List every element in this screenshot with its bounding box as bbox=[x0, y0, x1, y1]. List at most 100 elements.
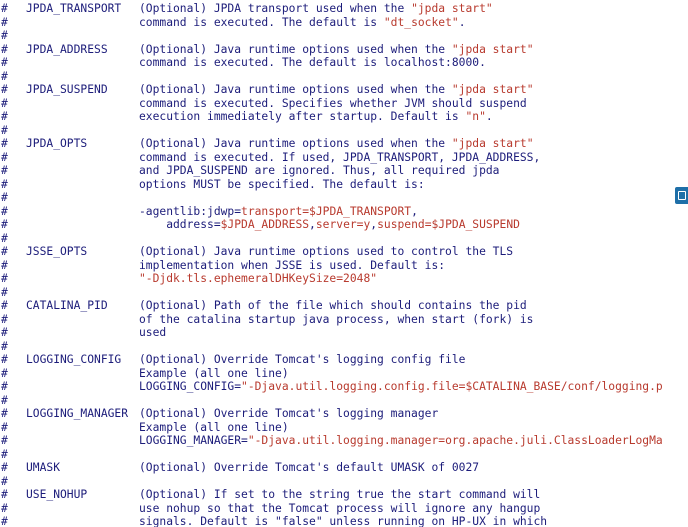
comment-marker: # bbox=[1, 56, 8, 69]
comment-text: command is executed. The default is bbox=[139, 15, 384, 29]
code-line: # command is executed. The default is loc… bbox=[0, 56, 672, 70]
comment-marker: # bbox=[1, 150, 8, 164]
comment-text: address= bbox=[139, 218, 221, 231]
code-line: # address=$JPDA_ADDRESS,server=y,suspend… bbox=[0, 218, 672, 232]
comment-marker: # bbox=[1, 258, 8, 272]
comment-marker: # bbox=[1, 380, 8, 393]
comment-text: -agentlib:jdwp= bbox=[139, 204, 242, 218]
comment-marker: # bbox=[1, 420, 8, 434]
variable-description: address=$JPDA_ADDRESS,server=y,suspend=$… bbox=[139, 218, 520, 232]
comment-marker: # bbox=[1, 326, 8, 339]
variable-description: LOGGING_MANAGER="-Djava.util.logging.man… bbox=[139, 434, 663, 448]
comment-text: command is executed. Specifies whether J… bbox=[139, 96, 527, 110]
string-literal: "jpda start" bbox=[411, 2, 493, 15]
comment-text: , bbox=[309, 218, 316, 231]
comment-text: (Optional) If set to the string true the… bbox=[139, 488, 541, 501]
string-literal: transport=$JPDA_TRANSPORT bbox=[241, 204, 412, 218]
comment-marker: # bbox=[1, 488, 8, 501]
comment-text: (Optional) Java runtime options used to … bbox=[139, 245, 514, 258]
comment-marker: # bbox=[1, 231, 8, 245]
code-line: # bbox=[0, 191, 672, 205]
code-line: # and JPDA_SUSPEND are ignored. Thus, all… bbox=[0, 164, 672, 178]
variable-description: (Optional) Override Tomcat's logging man… bbox=[139, 407, 438, 421]
comment-marker: # bbox=[1, 407, 8, 420]
code-line: # implementation when JSSE is used. Defau… bbox=[0, 259, 672, 273]
comment-text: (Optional) Override Tomcat's logging man… bbox=[139, 407, 439, 420]
comment-marker: # bbox=[1, 461, 8, 474]
variable-description: command is executed. If used, JPDA_TRANS… bbox=[139, 151, 540, 165]
code-line: # bbox=[0, 124, 672, 138]
terminal-editor[interactable]: # JPDA_TRANSPORT (Optional) JPDA transport… bbox=[0, 0, 672, 527]
comment-marker: # bbox=[1, 83, 8, 96]
comment-marker: # bbox=[1, 164, 8, 177]
code-line: # bbox=[0, 340, 672, 354]
comment-text: signals. Default is "false" unless runni… bbox=[139, 515, 548, 527]
comment-marker: # bbox=[1, 2, 8, 15]
code-line: # JPDA_TRANSPORT (Optional) JPDA transport… bbox=[0, 2, 672, 16]
variable-description: LOGGING_CONFIG="-Djava.util.logging.conf… bbox=[139, 380, 663, 394]
comment-marker: # bbox=[1, 177, 8, 191]
code-line: # JPDA_SUSPEND (Optional) Java runtime opt… bbox=[0, 83, 672, 97]
comment-marker: # bbox=[1, 299, 8, 312]
comment-text: execution immediately after startup. Def… bbox=[139, 110, 466, 123]
variable-description: command is executed. Specifies whether J… bbox=[139, 97, 527, 111]
variable-description: (Optional) JPDA transport used when the … bbox=[139, 2, 493, 16]
variable-description: (Optional) Java runtime options used whe… bbox=[139, 137, 534, 151]
string-literal: suspend=$JPDA_SUSPEND bbox=[377, 218, 520, 231]
string-literal: "jpda start" bbox=[451, 42, 534, 56]
code-line: # command is executed. Specifies whether … bbox=[0, 97, 672, 111]
comment-marker: # bbox=[1, 137, 8, 150]
code-line: # LOGGING_MANAGER="-Djava.util.logging.ma… bbox=[0, 434, 672, 448]
comment-text: (Optional) Java runtime options used whe… bbox=[139, 42, 452, 56]
comment-marker: # bbox=[1, 29, 8, 42]
string-literal: "jpda start" bbox=[451, 83, 534, 96]
variable-description: signals. Default is "false" unless runni… bbox=[139, 515, 547, 527]
comment-text: (Optional) Override Tomcat's logging con… bbox=[139, 353, 466, 366]
code-line: # LOGGING_CONFIG="-Djava.util.logging.con… bbox=[0, 380, 672, 394]
variable-description: (Optional) Java runtime options used whe… bbox=[139, 43, 534, 57]
string-literal: "-Djava.util.logging.config.file=$CATALI… bbox=[241, 380, 663, 393]
comment-text: (Optional) Java runtime options used whe… bbox=[139, 137, 452, 150]
variable-description: "-Djdk.tls.ephemeralDHKeySize=2048" bbox=[139, 272, 377, 286]
comment-text: command is executed. If used, JPDA_TRANS… bbox=[139, 150, 541, 164]
code-line: # execution immediately after startup. De… bbox=[0, 110, 672, 124]
variable-description: used bbox=[139, 326, 166, 340]
comment-marker: # bbox=[1, 285, 8, 299]
window-icon[interactable] bbox=[675, 187, 688, 204]
variable-description: options MUST be specified. The default i… bbox=[139, 178, 425, 192]
comment-text: (Optional) Override Tomcat's default UMA… bbox=[139, 461, 480, 474]
comment-text: Example (all one line) bbox=[139, 420, 289, 434]
comment-text: (Optional) Java runtime options used whe… bbox=[139, 83, 452, 96]
variable-description: (Optional) Override Tomcat's default UMA… bbox=[139, 461, 479, 475]
comment-text: used bbox=[139, 326, 167, 339]
variable-description: command is executed. The default is loca… bbox=[139, 56, 486, 70]
variable-description: of the catalina startup java process, wh… bbox=[139, 313, 533, 327]
comment-text: implementation when JSSE is used. Defaul… bbox=[139, 258, 446, 272]
comment-marker: # bbox=[1, 366, 8, 380]
variable-description: command is executed. The default is "dt_… bbox=[139, 16, 466, 30]
code-line: # use nohup so that the Tomcat process wi… bbox=[0, 502, 672, 516]
code-line: # signals. Default is "false" unless runn… bbox=[0, 515, 672, 527]
comment-marker: # bbox=[1, 474, 8, 488]
comment-text: . bbox=[458, 15, 466, 29]
variable-name: JSSE_OPTS bbox=[26, 245, 88, 258]
comment-marker: # bbox=[1, 501, 8, 515]
code-line: # options MUST be specified. The default … bbox=[0, 178, 672, 192]
variable-name: LOGGING_CONFIG bbox=[26, 353, 122, 366]
code-line: # bbox=[0, 448, 672, 462]
comment-marker: # bbox=[1, 15, 8, 29]
comment-marker: # bbox=[1, 96, 8, 110]
comment-marker: # bbox=[1, 447, 8, 461]
variable-description: Example (all one line) bbox=[139, 421, 289, 435]
variable-name: JPDA_SUSPEND bbox=[26, 83, 108, 96]
code-line: # JPDA_ADDRESS (Optional) Java runtime opt… bbox=[0, 43, 672, 57]
code-line: # CATALINA_PID (Optional) Path of the file… bbox=[0, 299, 672, 313]
comment-text: Example (all one line) bbox=[139, 366, 289, 380]
code-line: # of the catalina startup java process, w… bbox=[0, 313, 672, 327]
variable-name: JPDA_TRANSPORT bbox=[26, 2, 122, 15]
string-literal: "n" bbox=[465, 110, 486, 123]
variable-name: USE_NOHUP bbox=[26, 488, 88, 501]
string-literal: $JPDA_ADDRESS bbox=[220, 218, 310, 231]
string-literal: server=y bbox=[315, 218, 371, 231]
code-line: # bbox=[0, 475, 672, 489]
